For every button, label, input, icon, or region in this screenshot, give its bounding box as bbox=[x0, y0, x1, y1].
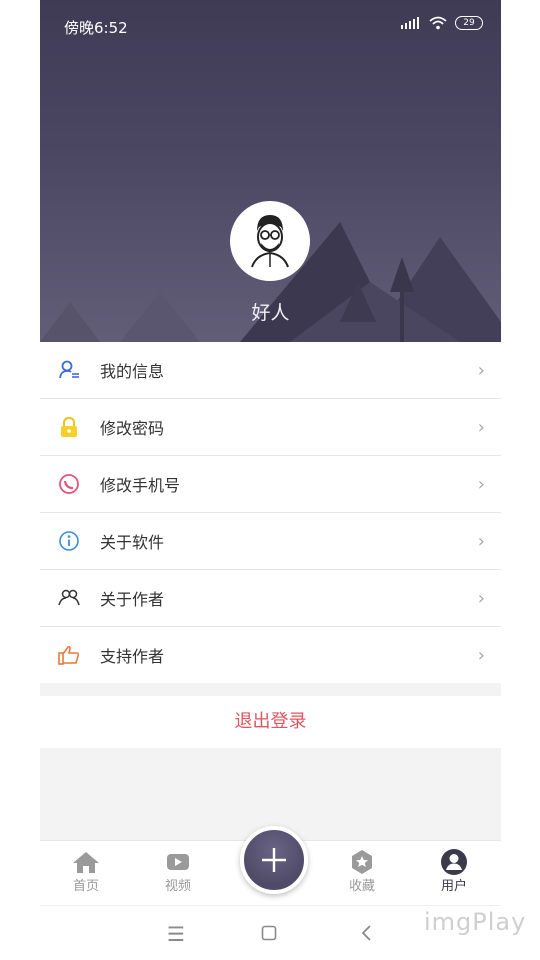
user-info-icon bbox=[58, 359, 80, 381]
menu-item-change-password[interactable]: 修改密码 › bbox=[40, 399, 501, 456]
home-square-icon[interactable] bbox=[261, 922, 277, 946]
tab-label: 收藏 bbox=[348, 879, 375, 894]
tab-video[interactable]: 视频 bbox=[148, 849, 208, 894]
menu-item-about-author[interactable]: 关于作者 › bbox=[40, 570, 501, 627]
phone-icon bbox=[58, 473, 80, 495]
back-icon[interactable] bbox=[361, 922, 373, 946]
chevron-right-icon: › bbox=[477, 588, 485, 609]
chevron-right-icon: › bbox=[477, 645, 485, 666]
lock-icon bbox=[58, 416, 80, 438]
user-icon bbox=[424, 849, 484, 875]
menu-item-label: 修改密码 bbox=[100, 419, 165, 438]
status-icons: 29 bbox=[401, 16, 483, 30]
thumbs-up-icon bbox=[58, 644, 80, 666]
tab-favorites[interactable]: 收藏 bbox=[332, 849, 392, 894]
tab-label: 用户 bbox=[440, 879, 467, 894]
menu-item-label: 我的信息 bbox=[100, 362, 165, 381]
phone-screen: 傍晚6:52 29 好人 我的信息 › 修改密码 › 修改手机号 › 关于软件 … bbox=[40, 0, 501, 960]
battery-icon: 29 bbox=[455, 16, 483, 30]
tab-home[interactable]: 首页 bbox=[56, 849, 116, 894]
status-bar: 傍晚6:52 29 bbox=[40, 0, 501, 54]
star-badge-icon bbox=[332, 849, 392, 875]
menu-icon[interactable]: ☰ bbox=[167, 922, 185, 946]
username: 好人 bbox=[251, 302, 290, 324]
chevron-right-icon: › bbox=[477, 360, 485, 381]
logout-button[interactable]: 退出登录 bbox=[40, 696, 501, 748]
wifi-icon bbox=[429, 16, 447, 30]
menu-item-label: 关于作者 bbox=[100, 590, 165, 609]
tab-label: 视频 bbox=[164, 879, 191, 894]
menu-item-label: 修改手机号 bbox=[100, 476, 181, 495]
add-button[interactable] bbox=[240, 826, 308, 894]
chevron-right-icon: › bbox=[477, 531, 485, 552]
watermark-text: imgPlay bbox=[424, 908, 527, 936]
settings-menu: 我的信息 › 修改密码 › 修改手机号 › 关于软件 › 关于作者 › 支持作者… bbox=[40, 342, 501, 683]
home-icon bbox=[56, 849, 116, 875]
people-icon bbox=[58, 587, 80, 609]
plus-icon bbox=[262, 848, 286, 872]
avatar-portrait-icon bbox=[251, 215, 289, 268]
menu-item-change-phone[interactable]: 修改手机号 › bbox=[40, 456, 501, 513]
avatar[interactable] bbox=[230, 201, 310, 281]
menu-item-label: 支持作者 bbox=[100, 647, 165, 666]
status-time: 傍晚6:52 bbox=[64, 19, 128, 37]
profile-header: 傍晚6:52 29 好人 bbox=[40, 0, 501, 342]
video-icon bbox=[148, 849, 208, 875]
menu-item-about-app[interactable]: 关于软件 › bbox=[40, 513, 501, 570]
menu-item-support-author[interactable]: 支持作者 › bbox=[40, 627, 501, 683]
menu-item-label: 关于软件 bbox=[100, 533, 165, 552]
menu-item-my-info[interactable]: 我的信息 › bbox=[40, 342, 501, 399]
chevron-right-icon: › bbox=[477, 417, 485, 438]
signal-icon bbox=[401, 17, 419, 29]
tab-user[interactable]: 用户 bbox=[424, 849, 484, 894]
tab-label: 首页 bbox=[72, 879, 99, 894]
chevron-right-icon: › bbox=[477, 474, 485, 495]
info-icon bbox=[58, 530, 80, 552]
